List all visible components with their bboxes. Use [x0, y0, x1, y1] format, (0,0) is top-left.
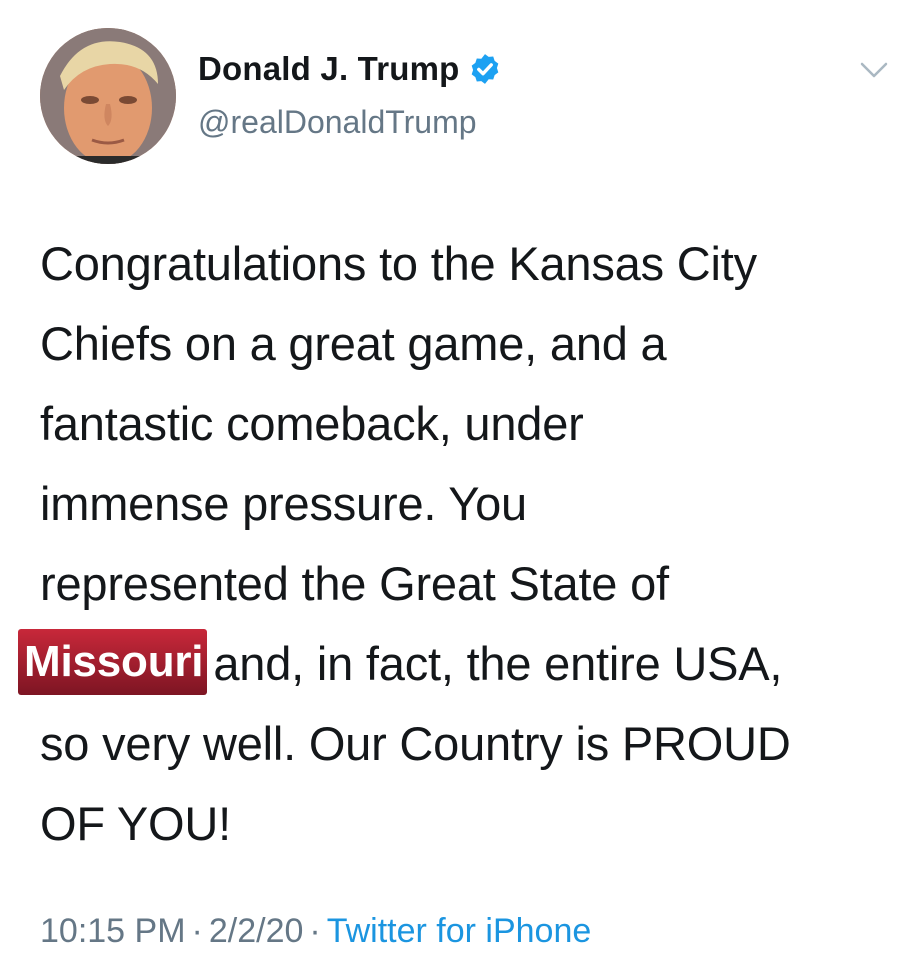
tweet-line: so very well. Our Country is PROUD — [40, 717, 791, 770]
tweet-metadata: 10:15 PM · 2/2/20 · Twitter for iPhone — [40, 912, 591, 951]
username-handle[interactable]: @realDonaldTrump — [198, 104, 477, 141]
separator: · — [309, 912, 321, 950]
tweet-time[interactable]: 10:15 PM — [40, 912, 186, 950]
display-name[interactable]: Donald J. Trump — [198, 50, 460, 88]
separator: · — [191, 912, 203, 950]
tweet-line: OF YOU! — [40, 797, 231, 850]
tweet-line: Chiefs on a great game, and a — [40, 317, 667, 370]
tweet-line: immense pressure. You — [40, 477, 527, 530]
tweet-line: represented the Great State of — [40, 557, 669, 610]
tweet-source-link[interactable]: Twitter for iPhone — [327, 912, 592, 950]
chevron-down-icon[interactable] — [858, 58, 890, 82]
highlighted-word-overlay: Missouri — [18, 629, 208, 695]
tweet-line-rest: and, in fact, the entire USA, — [213, 637, 783, 690]
tweet-line: fantastic comeback, under — [40, 397, 584, 450]
profile-photo-icon — [40, 28, 176, 164]
tweet-line: Missouri and, in fact, the entire USA, — [18, 624, 900, 704]
tweet-date[interactable]: 2/2/20 — [209, 912, 304, 950]
tweet-line: Congratulations to the Kansas City — [40, 237, 757, 290]
author-name-row[interactable]: Donald J. Trump — [198, 50, 502, 88]
verified-badge-icon — [471, 54, 498, 84]
tweet-card: Donald J. Trump @realDonaldTrump Congrat… — [0, 0, 922, 960]
tweet-text: Congratulations to the Kansas City Chief… — [18, 224, 900, 864]
avatar[interactable] — [40, 28, 176, 164]
